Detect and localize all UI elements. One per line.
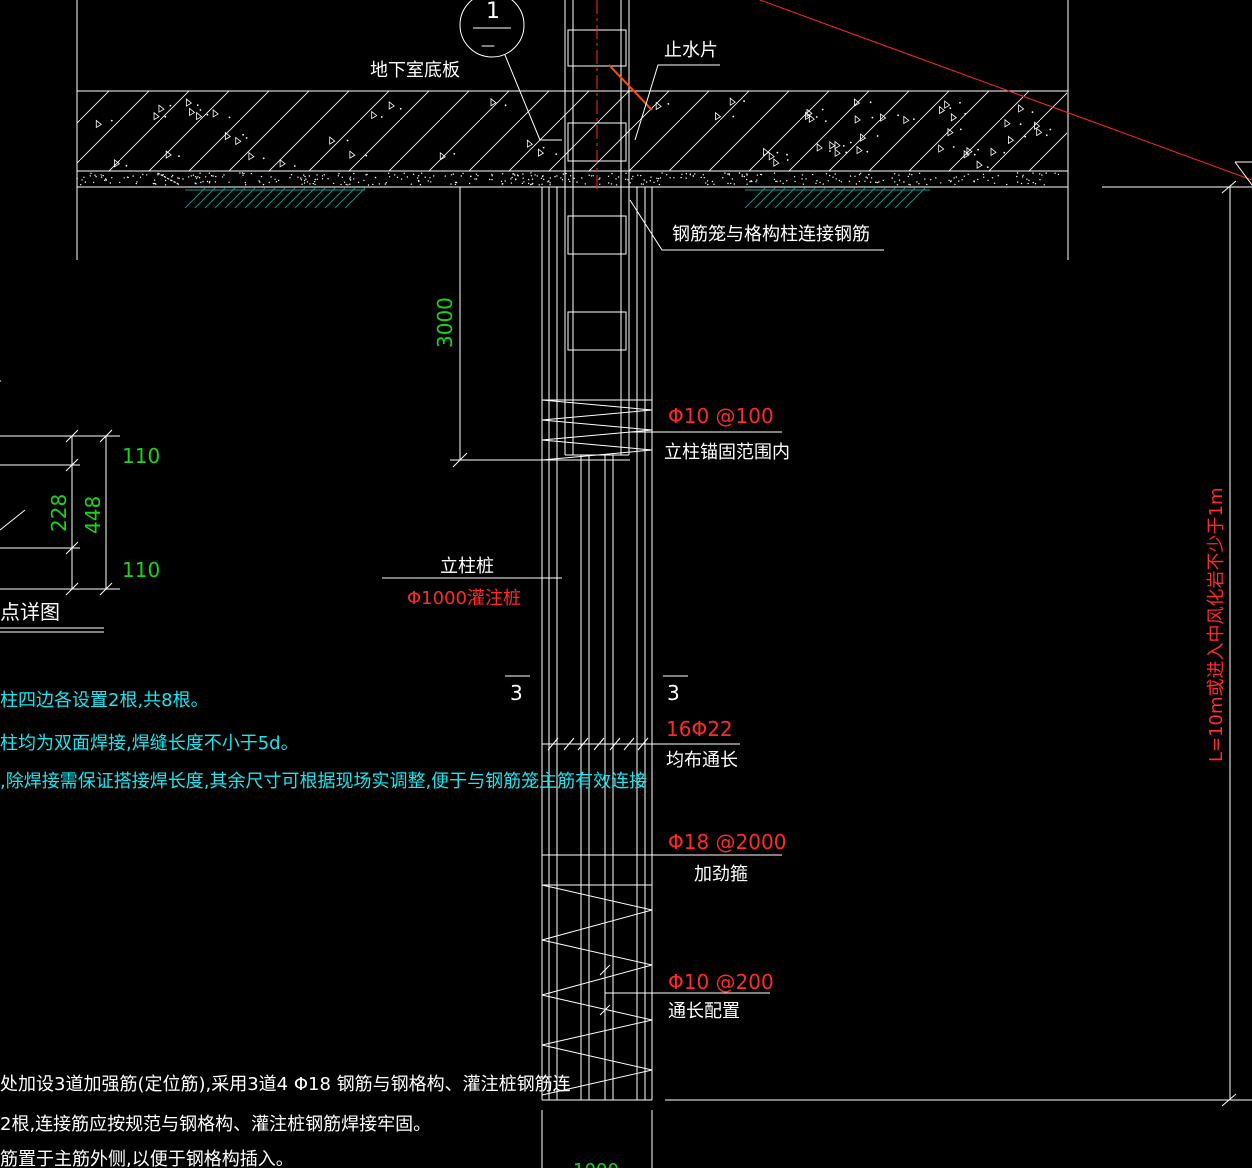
cushion-layer (76, 172, 1060, 186)
label-stirrup-dense: Φ10 @100 (668, 404, 774, 428)
note-line-1: 柱四边各设置2根,共8根。 (0, 690, 209, 711)
label-main-bars-note: 均布通长 (666, 750, 738, 771)
slope-tick (1234, 161, 1252, 186)
label-stiff-ring: Φ18 @2000 (668, 830, 786, 854)
label-water-stop: 止水片 (664, 40, 718, 61)
dim-110-top: 110 (122, 444, 160, 468)
slab-hatch (77, 91, 1067, 171)
detail-title: 点详图 (0, 600, 60, 624)
bored-pile-cage (541, 187, 653, 1168)
note-line-3: ,除焊接需保证搭接焊长度,其余尺寸可根据现场实调整,便于与钢筋笼主筋有效连接 (0, 771, 647, 792)
label-stirrup-note: 通长配置 (668, 1001, 740, 1022)
label-cage-connect: 钢筋笼与格构柱连接钢筋 (672, 224, 870, 245)
label-stirrup-spiral: Φ10 @200 (668, 970, 774, 994)
cad-drawing: 地下室底板 止水片 钢筋笼与格构柱连接钢筋 3000 Φ10 @100 立柱锚固… (0, 0, 1252, 1168)
soil-hatch-right (744, 187, 930, 209)
note-line-2: 柱均为双面焊接,焊缝长度不小于5d。 (0, 733, 299, 754)
section-mark-left: 3 (510, 681, 523, 705)
bottom-note-1: 处加设3道加强筋(定位筋),采用3道4 Φ18 钢筋与钢格构、灌注桩钢筋连 (0, 1074, 571, 1095)
bottom-note-3: 筋置于主筋外侧,以便于钢格构插入。 (0, 1149, 294, 1168)
label-stiff-ring-note: 加劲箍 (694, 864, 748, 885)
detail-mark-number: 1 (486, 0, 500, 24)
basement-slab (76, 0, 1069, 260)
dim-110-bottom: 110 (122, 558, 160, 582)
label-dim-3000: 3000 (433, 297, 457, 348)
label-basement-slab: 地下室底板 (370, 60, 460, 81)
label-anchor-range: 立柱锚固范围内 (664, 442, 790, 463)
label-main-bars: 16Φ22 (666, 717, 733, 741)
soil-hatch-left (184, 187, 366, 209)
dimension-pile-length (665, 180, 1252, 1107)
section-mark-right: 3 (667, 681, 680, 705)
label-bored-pile: Φ1000灌注桩 (407, 588, 521, 609)
label-column-pile: 立柱桩 (440, 556, 494, 577)
detail-mark-sheet: — (481, 38, 495, 54)
dim-448: 448 (81, 496, 105, 534)
bottom-note-2: 2根,连接筋应按规范与钢格构、灌注桩钢筋焊接牢固。 (0, 1114, 431, 1135)
dim-228: 228 (47, 494, 71, 532)
label-pile-length: L=10m或进入中风化岩不少于1m (1206, 487, 1227, 762)
dimension-3000 (450, 187, 630, 468)
label-pile-bottom-dim: 1000 (573, 1160, 619, 1168)
